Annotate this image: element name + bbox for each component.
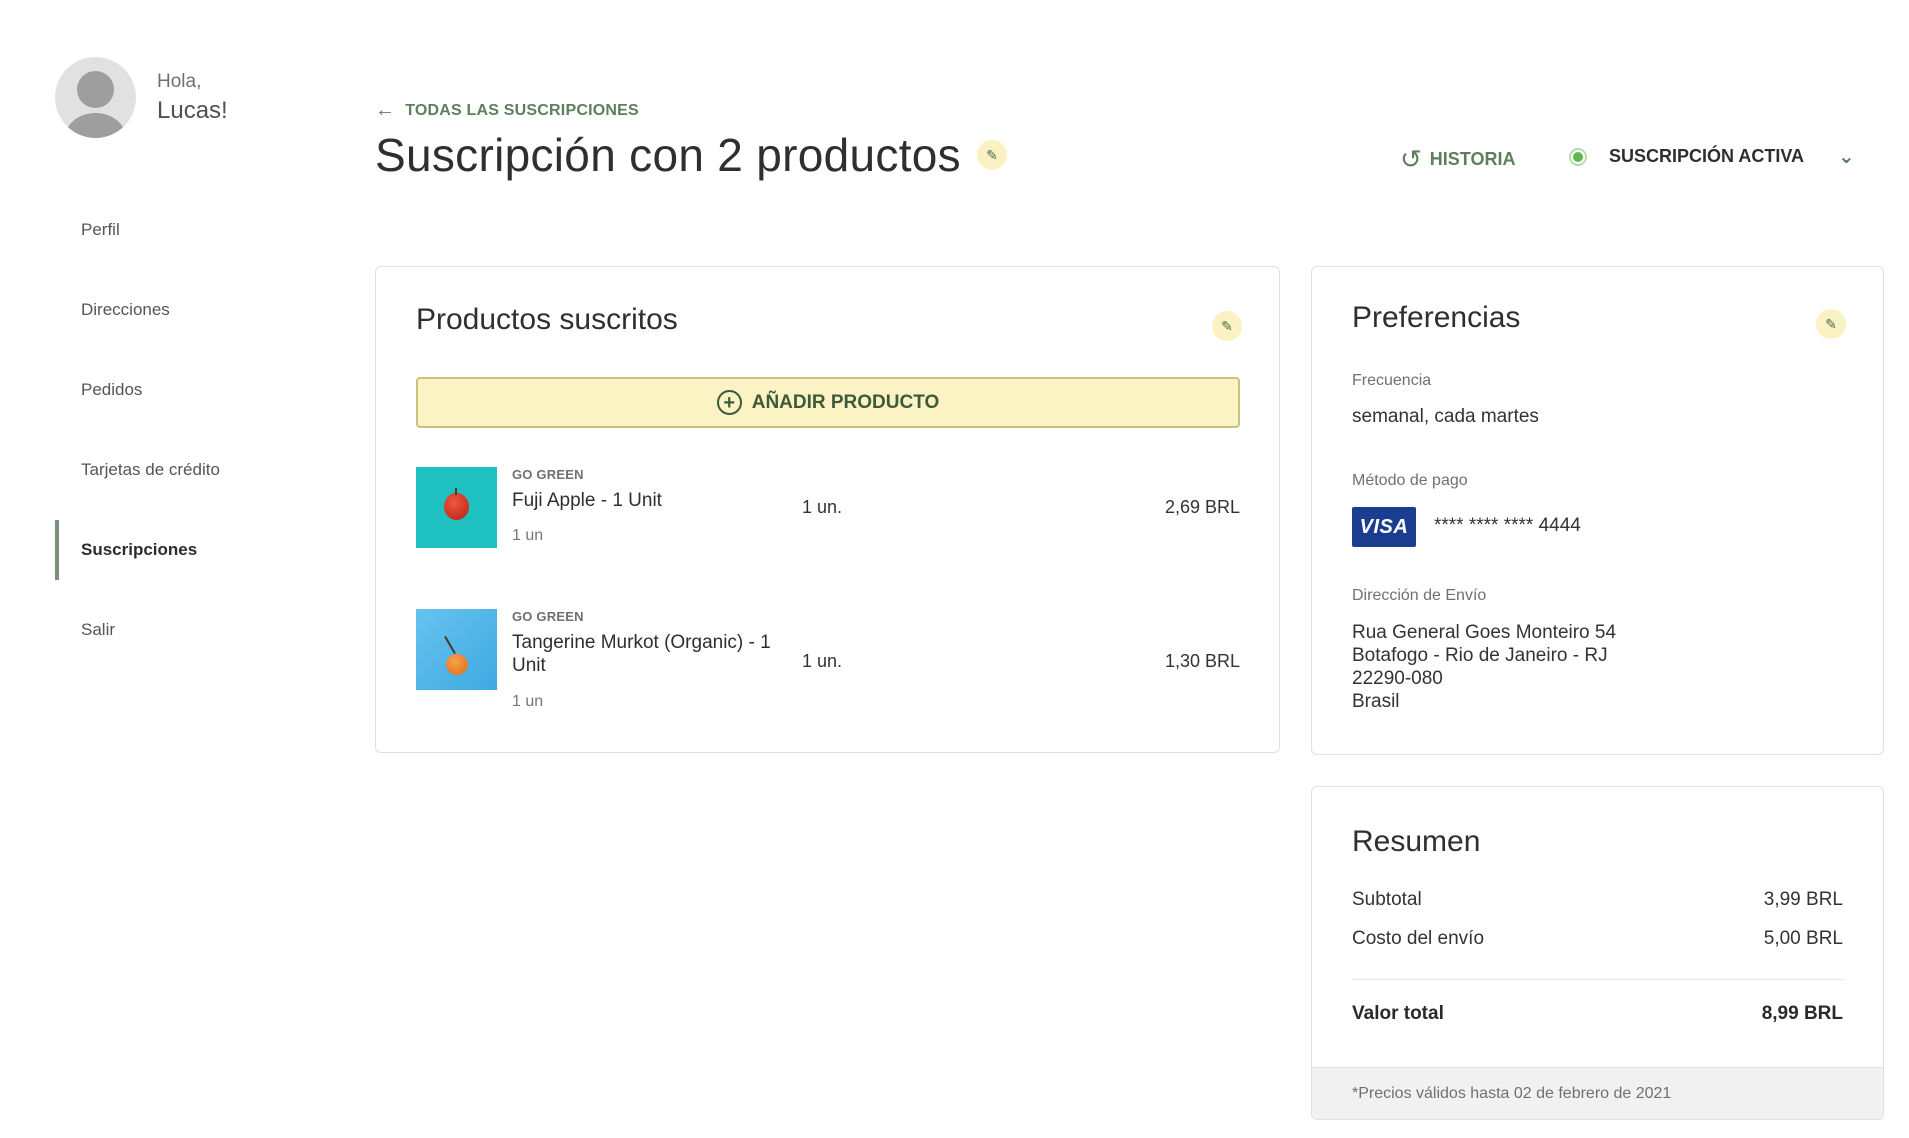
summary-card: Resumen Subtotal 3,99 BRL Costo del enví…	[1311, 786, 1884, 1120]
product-brand: GO GREEN	[512, 609, 584, 624]
total-label: Valor total	[1352, 1003, 1444, 1024]
plus-circle-icon: +	[716, 390, 742, 415]
subtotal-label: Subtotal	[1352, 889, 1422, 910]
address-line-3: 22290-080	[1352, 668, 1443, 689]
sidebar-item-pedidos[interactable]: Pedidos	[55, 350, 315, 430]
edit-products-button[interactable]: ✎	[1212, 311, 1242, 341]
pencil-icon: ✎	[1221, 317, 1233, 334]
subtotal-row: Subtotal 3,99 BRL	[1352, 889, 1843, 911]
address-label: Dirección de Envío	[1352, 587, 1487, 604]
shipping-row: Costo del envío 5,00 BRL	[1352, 928, 1843, 950]
sidebar-item-direcciones[interactable]: Direcciones	[55, 270, 315, 350]
page-title-row: Suscripción con 2 productos ✎	[375, 128, 1007, 182]
preferences-card: Preferencias ✎ Frecuencia semanal, cada …	[1311, 266, 1884, 755]
address-line-2: Botafogo - Rio de Janeiro - RJ	[1352, 645, 1608, 666]
payment-method-label: Método de pago	[1352, 472, 1468, 489]
sidebar: Hola, Lucas! Perfil Direcciones Pedidos …	[0, 0, 340, 1138]
products-title: Productos suscritos	[416, 303, 678, 336]
account-nav: Perfil Direcciones Pedidos Tarjetas de c…	[55, 190, 315, 670]
preferences-title: Preferencias	[1352, 301, 1521, 334]
shipping-value: 5,00 BRL	[1763, 928, 1843, 949]
greeting-text: Hola,	[157, 70, 202, 92]
address-line-4: Brasil	[1352, 691, 1400, 712]
frequency-value: semanal, cada martes	[1352, 406, 1539, 427]
sidebar-item-suscripciones[interactable]: Suscripciones	[55, 510, 315, 590]
subscription-status-dropdown[interactable]: SUSCRIPCIÓN ACTIVA ⌄	[1569, 144, 1855, 169]
history-icon: ↺	[1400, 144, 1422, 174]
product-price: 2,69 BRL	[1164, 497, 1240, 517]
total-value: 8,99 BRL	[1761, 1003, 1843, 1024]
add-product-label: AÑADIR PRODUCTO	[751, 391, 940, 413]
product-unit: 1 un	[512, 693, 544, 710]
edit-preferences-button[interactable]: ✎	[1816, 309, 1846, 339]
back-to-subscriptions-link[interactable]: ← TODAS LAS SUSCRIPCIONES	[375, 99, 639, 122]
history-button[interactable]: ↺ HISTORIA	[1400, 144, 1515, 175]
product-name: Tangerine Murkot (Organic) - 1 Unit	[512, 632, 771, 676]
greeting: Hola, Lucas!	[157, 69, 228, 127]
product-brand: GO GREEN	[512, 467, 584, 482]
page-title: Suscripción con 2 productos	[375, 129, 961, 181]
address-line-1: Rua General Goes Monteiro 54	[1352, 622, 1617, 643]
subtotal-value: 3,99 BRL	[1763, 889, 1843, 910]
product-name: Fuji Apple - 1 Unit	[512, 490, 662, 511]
summary-title: Resumen	[1352, 825, 1481, 858]
back-link-label: TODAS LAS SUSCRIPCIONES	[405, 101, 639, 119]
user-name: Lucas!	[157, 96, 228, 124]
total-row: Valor total 8,99 BRL	[1352, 1003, 1843, 1025]
avatar-icon	[55, 57, 136, 138]
status-label: SUSCRIPCIÓN ACTIVA	[1609, 146, 1805, 166]
product-image-apple	[416, 467, 497, 548]
product-row: GO GREEN Tangerine Murkot (Organic) - 1 …	[416, 609, 1240, 710]
visa-logo: VISA	[1352, 507, 1416, 547]
history-label: HISTORIA	[1429, 149, 1516, 169]
add-product-button[interactable]: + AÑADIR PRODUCTO	[416, 377, 1240, 428]
pencil-icon: ✎	[986, 146, 998, 163]
edit-title-button[interactable]: ✎	[976, 140, 1007, 170]
sidebar-item-salir[interactable]: Salir	[55, 590, 315, 670]
product-row: GO GREEN Fuji Apple - 1 Unit 1 un 1 un. …	[416, 467, 1240, 549]
product-quantity: 1 un.	[802, 651, 843, 671]
frequency-label: Frecuencia	[1352, 372, 1432, 389]
pencil-icon: ✎	[1825, 315, 1837, 332]
subscribed-products-card: Productos suscritos ✎ + AÑADIR PRODUCTO …	[375, 266, 1280, 753]
product-unit: 1 un	[512, 527, 544, 544]
chevron-down-icon: ⌄	[1838, 146, 1855, 168]
card-number: **** **** **** 4444	[1434, 515, 1581, 536]
product-price: 1,30 BRL	[1164, 651, 1240, 671]
user-profile: Hola, Lucas!	[55, 57, 228, 138]
sidebar-item-tarjetas[interactable]: Tarjetas de crédito	[55, 430, 315, 510]
product-quantity: 1 un.	[802, 497, 843, 517]
price-validity-note: *Precios válidos hasta 02 de febrero de …	[1312, 1067, 1883, 1119]
product-image-tangerine	[416, 609, 497, 690]
sidebar-item-perfil[interactable]: Perfil	[55, 190, 315, 270]
arrow-left-icon: ←	[375, 99, 396, 121]
shipping-label: Costo del envío	[1352, 928, 1485, 949]
summary-divider	[1352, 979, 1843, 980]
status-dot-icon	[1569, 147, 1587, 166]
